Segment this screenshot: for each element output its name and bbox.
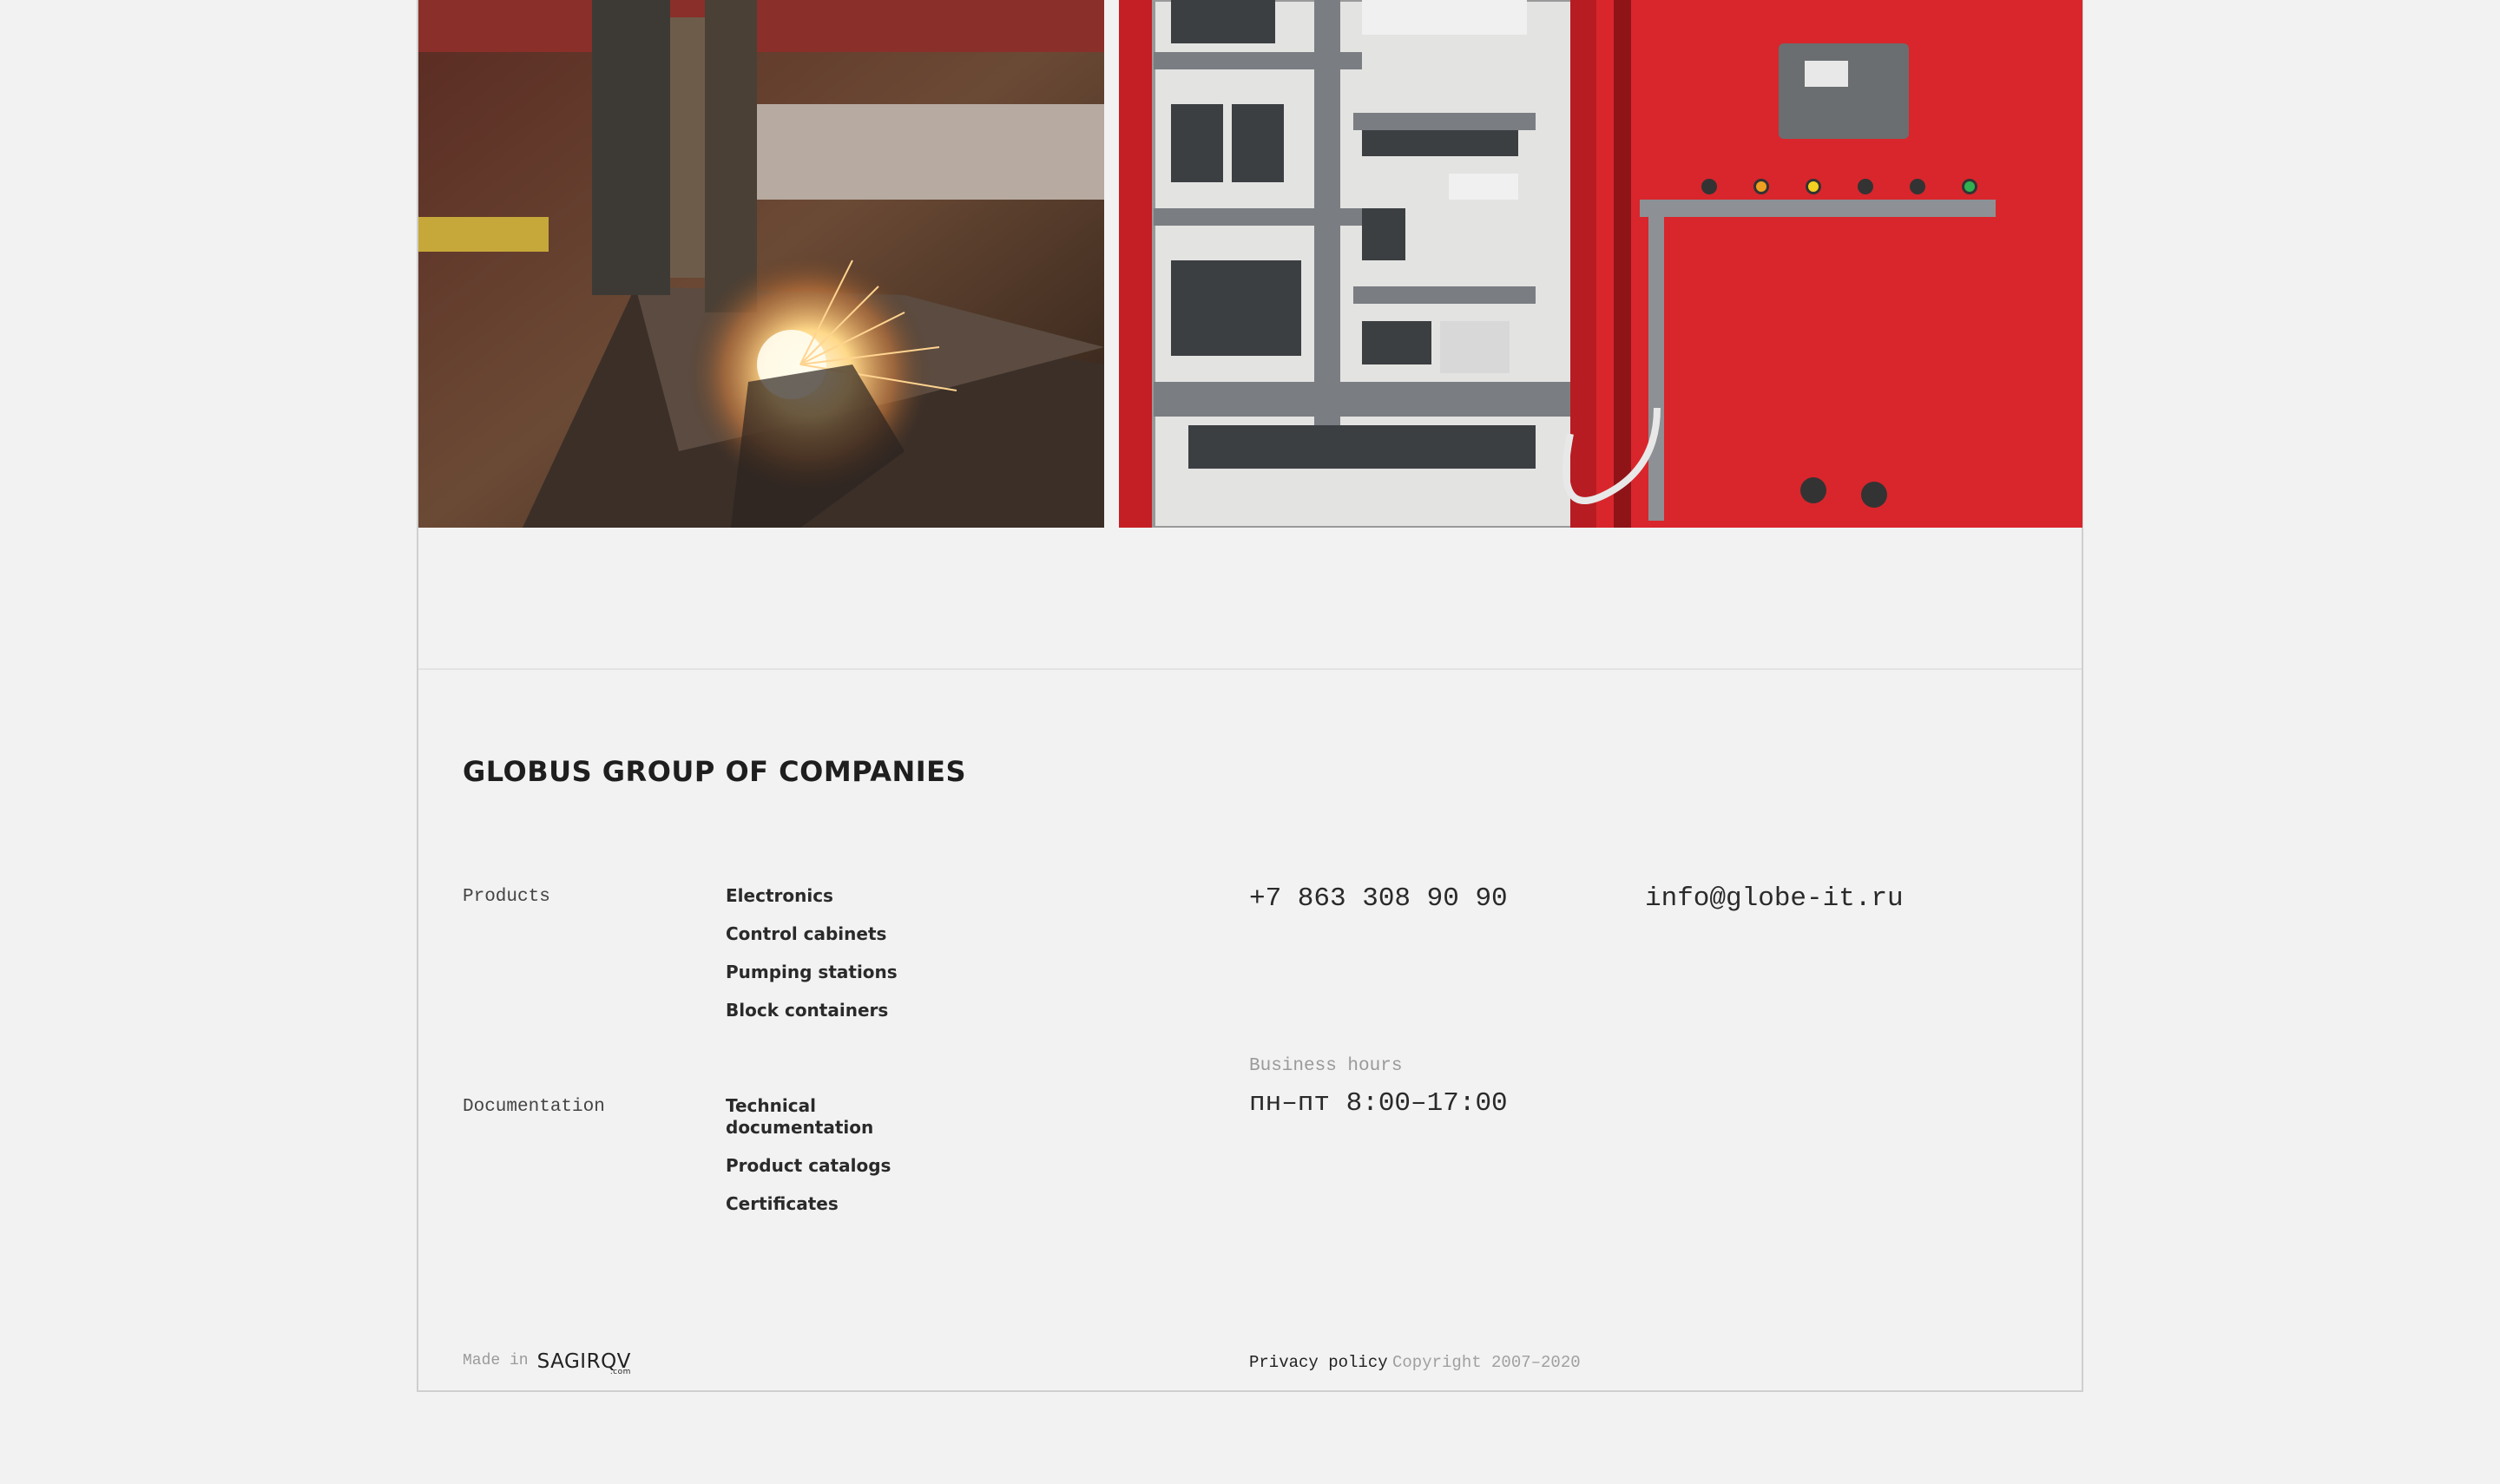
company-name: GLOBUS GROUP OF COMPANIES — [463, 755, 967, 788]
sagirov-logo[interactable]: SAGIRQV .com — [537, 1352, 631, 1377]
business-hours-value: пн–пт 8:00–17:00 — [1249, 1088, 1508, 1119]
control-cabinet-photo — [1119, 0, 2082, 528]
privacy-policy-link[interactable]: Privacy policy — [1249, 1353, 1388, 1372]
products-links: Electronics Control cabinets Pumping sta… — [726, 885, 899, 1038]
business-hours-label: Business hours — [1249, 1056, 1403, 1076]
link-block-containers[interactable]: Block containers — [726, 1000, 899, 1021]
made-in-text: Made in — [463, 1352, 529, 1369]
link-product-catalogs[interactable]: Product catalogs — [726, 1155, 899, 1177]
documentation-links: Technical documentation Product catalogs… — [726, 1095, 899, 1231]
link-electronics[interactable]: Electronics — [726, 885, 899, 907]
link-control-cabinets[interactable]: Control cabinets — [726, 923, 899, 945]
copyright-text: Copyright 2007–2020 — [1392, 1353, 1581, 1372]
link-certificates[interactable]: Certificates — [726, 1193, 899, 1215]
phone-link[interactable]: +7 863 308 90 90 — [1249, 883, 1508, 914]
email-link[interactable]: info@globe-it.ru — [1645, 883, 1904, 914]
section-divider — [418, 668, 2082, 670]
products-label: Products — [463, 887, 550, 907]
plasma-cutting-photo — [418, 0, 1104, 528]
link-pumping-stations[interactable]: Pumping stations — [726, 962, 899, 983]
link-technical-documentation[interactable]: Technical documentation — [726, 1095, 899, 1139]
sagirov-logo-sub: .com — [609, 1368, 631, 1376]
made-in-credit: Made in SAGIRQV .com — [463, 1350, 631, 1377]
documentation-label: Documentation — [463, 1097, 605, 1117]
